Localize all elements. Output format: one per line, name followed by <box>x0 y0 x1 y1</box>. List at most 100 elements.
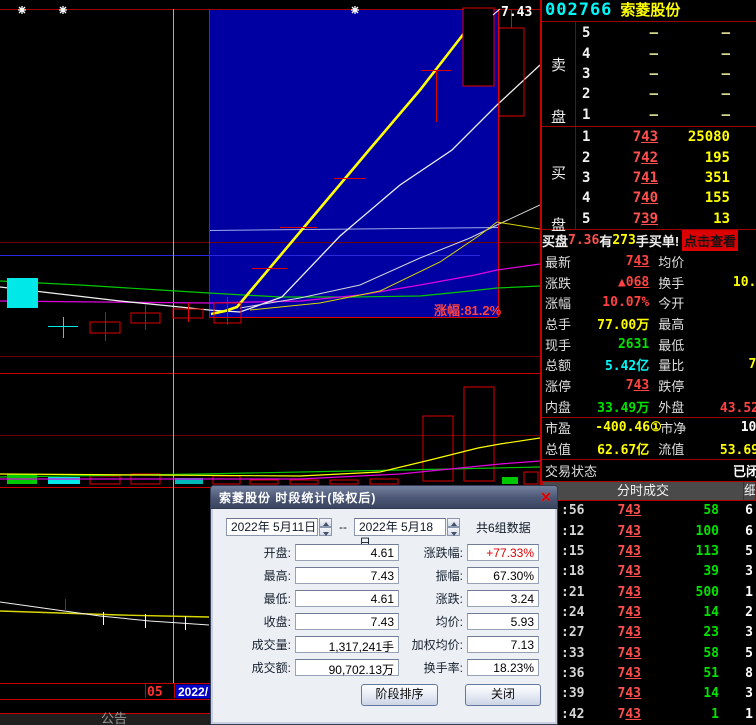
tick-price: 743 <box>591 707 641 722</box>
tick-price: 743 <box>591 544 641 559</box>
buy-price: 741 <box>596 170 658 186</box>
buy-level-row[interactable]: 4 740 155 <box>542 188 756 208</box>
date-from-spinner[interactable] <box>319 518 332 536</box>
tick-row[interactable]: :39 743 14 3 <box>542 684 756 704</box>
tick-count: 6 <box>719 524 753 539</box>
stat-value-box: 18.23% <box>467 659 539 676</box>
tick-volume: 500 <box>641 585 719 600</box>
tick-count: 3 <box>719 625 753 640</box>
stat-value-box: 3.24 <box>467 590 539 607</box>
quote-row: 总额 5.42亿 量比 7.0 <box>542 354 756 375</box>
spinner-down-icon[interactable] <box>447 527 460 536</box>
tick-volume: 39 <box>641 564 719 579</box>
level-number: 1 <box>582 107 596 123</box>
tick-row[interactable]: :33 743 58 5 <box>542 643 756 663</box>
stat-value-box: +77.33% <box>467 544 539 561</box>
stat-value-box: 7.43 <box>295 613 399 630</box>
buy-volume: 155 <box>658 190 730 206</box>
buy-price: 743 <box>596 129 658 145</box>
quote-value: 60 <box>709 378 756 393</box>
tick-row[interactable]: :15 743 113 5 <box>542 541 756 561</box>
quote-row: 涨幅 10.07% 今开 65 <box>542 292 756 313</box>
tick-row[interactable]: :18 743 39 3 <box>542 562 756 582</box>
level-number: 2 <box>582 86 596 102</box>
stat-label: 成交额: <box>219 659 291 676</box>
tick-row[interactable]: :27 743 23 3 <box>542 623 756 643</box>
volume-moving-averages <box>0 438 540 479</box>
axis-year-label: 2022/ <box>178 685 209 699</box>
date-to-field[interactable]: 2022年 5月18日 <box>354 518 446 536</box>
dialog-title-bar[interactable]: 索菱股份 时段统计(除权后) ✕ <box>211 486 557 509</box>
quote-row: 总手 77.00万 最高 74 <box>542 313 756 334</box>
buy-level-row[interactable]: 2 742 195 <box>542 147 756 167</box>
interval-sort-button[interactable]: 阶段排序 <box>361 684 438 706</box>
sell-volume: — <box>658 107 730 123</box>
tick-row[interactable]: :12 743 100 6 <box>542 521 756 541</box>
spinner-up-icon[interactable] <box>447 518 460 527</box>
tick-count: 3 <box>719 686 753 701</box>
stat-value-box: 5.93 <box>467 613 539 630</box>
quote-label: 内盘 <box>542 397 596 416</box>
date-from-field[interactable]: 2022年 5月11日 <box>226 518 318 536</box>
quote-value: 74 <box>709 316 756 331</box>
quote-row: 现手 2631 最低 61 <box>542 334 756 355</box>
tick-volume: 1 <box>641 707 719 722</box>
buy-level-row[interactable]: 3 741 351 <box>542 168 756 188</box>
tick-row[interactable]: :56 743 58 6 <box>542 501 756 521</box>
stat-label: 加权均价: <box>399 636 463 653</box>
quote-label: 跌停 <box>649 376 709 395</box>
close-button[interactable]: 关闭 <box>465 684 541 706</box>
level-number: 3 <box>582 170 596 186</box>
sell-level-row[interactable]: 1 — — <box>542 105 756 125</box>
quote-row: 总值 62.67亿 流值 53.69亿 <box>542 438 756 459</box>
quote-value: 2631 <box>596 337 649 352</box>
level-number: 4 <box>582 190 596 206</box>
date-to-spinner[interactable] <box>447 518 460 536</box>
sell-level-row[interactable]: 2 — — <box>542 84 756 104</box>
buy-volume: 13 <box>658 211 730 227</box>
sell-level-row[interactable]: 4 — — <box>542 43 756 63</box>
quote-grid: 最新 743 均价 70 涨跌 ▲068 换手 10.66 涨幅 10.07% … <box>542 251 756 481</box>
tick-count: 8 <box>719 666 753 681</box>
tick-price: 743 <box>591 686 641 701</box>
date-range-row: 2022年 5月11日 -- 2022年 5月18日 共6组数据 <box>226 518 557 536</box>
tick-row[interactable]: :42 743 1 1 <box>542 704 756 724</box>
buy-volume: 351 <box>658 170 730 186</box>
sell-level-row[interactable]: 3 — — <box>542 64 756 84</box>
tick-volume: 14 <box>641 605 719 620</box>
date-separator: -- <box>339 520 347 534</box>
dialog-close-icon[interactable]: ✕ <box>535 489 557 506</box>
sell-price: — <box>596 66 658 82</box>
stat-label: 开盘: <box>219 544 291 561</box>
big-order-alert-banner: 买盘7.36有273手买单!点击查看 <box>542 230 756 251</box>
tick-price: 743 <box>591 646 641 661</box>
tab-announcement[interactable]: 公告 <box>101 711 127 725</box>
click-to-view-button[interactable]: 点击查看 <box>682 230 738 251</box>
tick-detail-tab[interactable]: 细 <box>743 482 755 500</box>
quote-label: 今开 <box>649 293 709 312</box>
spinner-down-icon[interactable] <box>319 527 332 536</box>
quote-label: 涨停 <box>542 376 596 395</box>
buy-level-row[interactable]: 1 743 25080 <box>542 127 756 147</box>
quote-label: 总额 <box>542 355 596 374</box>
quote-value: 743 <box>596 254 649 269</box>
buy-levels: 1 743 25080 2 742 195 3 741 351 4 740 15… <box>542 126 756 229</box>
stock-title-bar[interactable]: 002766索菱股份 <box>542 0 756 22</box>
tick-row[interactable]: :36 743 51 8 <box>542 663 756 683</box>
tick-row[interactable]: :24 743 14 2 <box>542 602 756 622</box>
sell-level-row[interactable]: 5 — — <box>542 23 756 43</box>
quote-value: 65 <box>709 295 756 310</box>
stock-name: 索菱股份 <box>620 2 680 19</box>
quote-row: 交易状态 已闭市 <box>542 460 756 481</box>
interval-selection-region[interactable] <box>209 9 498 317</box>
quote-row: 内盘 33.49万 外盘 43.52万 <box>542 396 756 417</box>
quote-row: 市盈 -400.46① 市净 10.0 <box>542 418 756 439</box>
quote-value: 53.69亿 <box>709 439 756 458</box>
dialog-title: 索菱股份 时段统计(除权后) <box>211 489 535 506</box>
quote-label: 市净 <box>651 418 710 437</box>
spinner-up-icon[interactable] <box>319 518 332 527</box>
trading-app-window: 7.43 涨幅:81.2% 05 2022/ 公告 002766索菱股份 卖盘 … <box>0 0 756 725</box>
sell-volume: — <box>658 66 730 82</box>
buy-level-row[interactable]: 5 739 13 <box>542 209 756 229</box>
tick-row[interactable]: :21 743 500 1 <box>542 582 756 602</box>
